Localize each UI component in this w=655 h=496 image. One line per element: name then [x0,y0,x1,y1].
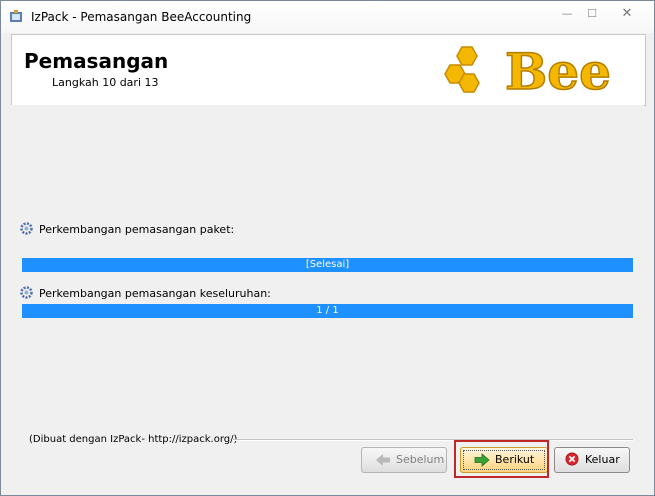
package-progress-bar: [Selesai] [22,258,633,272]
izpack-app-icon [10,10,22,22]
gear-icon [20,222,33,235]
maximize-button[interactable]: ☐ [581,6,603,24]
progress-panel: Perkembangan pemasangan paket: [Selesai]… [11,105,644,450]
step-indicator: Langkah 10 dari 13 [52,76,159,89]
next-button-highlight [454,440,549,478]
window-title: IzPack - Pemasangan BeeAccounting [31,10,252,24]
package-progress-row: Perkembangan pemasangan paket: [20,222,234,236]
close-circle-icon [565,452,579,466]
quit-button[interactable]: Keluar [554,447,630,473]
page-title: Pemasangan [24,49,169,73]
previous-button-label: Sebelum [396,453,445,466]
overall-progress-bar: 1 / 1 [22,304,633,318]
close-button[interactable]: ✕ [606,6,648,24]
package-progress-label: Perkembangan pemasangan paket: [39,223,235,236]
overall-progress-label: Perkembangan pemasangan keseluruhan: [39,287,271,300]
svg-text:Bee: Bee [505,42,611,99]
overall-progress-row: Perkembangan pemasangan keseluruhan: [20,286,271,300]
gear-icon [20,286,33,299]
izpack-credit: (Dibuat dengan IzPack- http://izpack.org… [29,434,238,445]
arrow-left-icon [376,454,390,466]
minimize-button[interactable]: — [556,6,578,24]
previous-button[interactable]: Sebelum [361,447,447,473]
title-bar[interactable]: IzPack - Pemasangan BeeAccounting — ☐ ✕ [1,1,654,33]
quit-button-label: Keluar [585,453,620,466]
installer-window: IzPack - Pemasangan BeeAccounting — ☐ ✕ … [0,0,655,496]
installer-header: Pemasangan Langkah 10 dari 13 Bee [11,34,646,106]
footer-divider [233,439,633,441]
bee-logo: Bee [444,41,612,99]
